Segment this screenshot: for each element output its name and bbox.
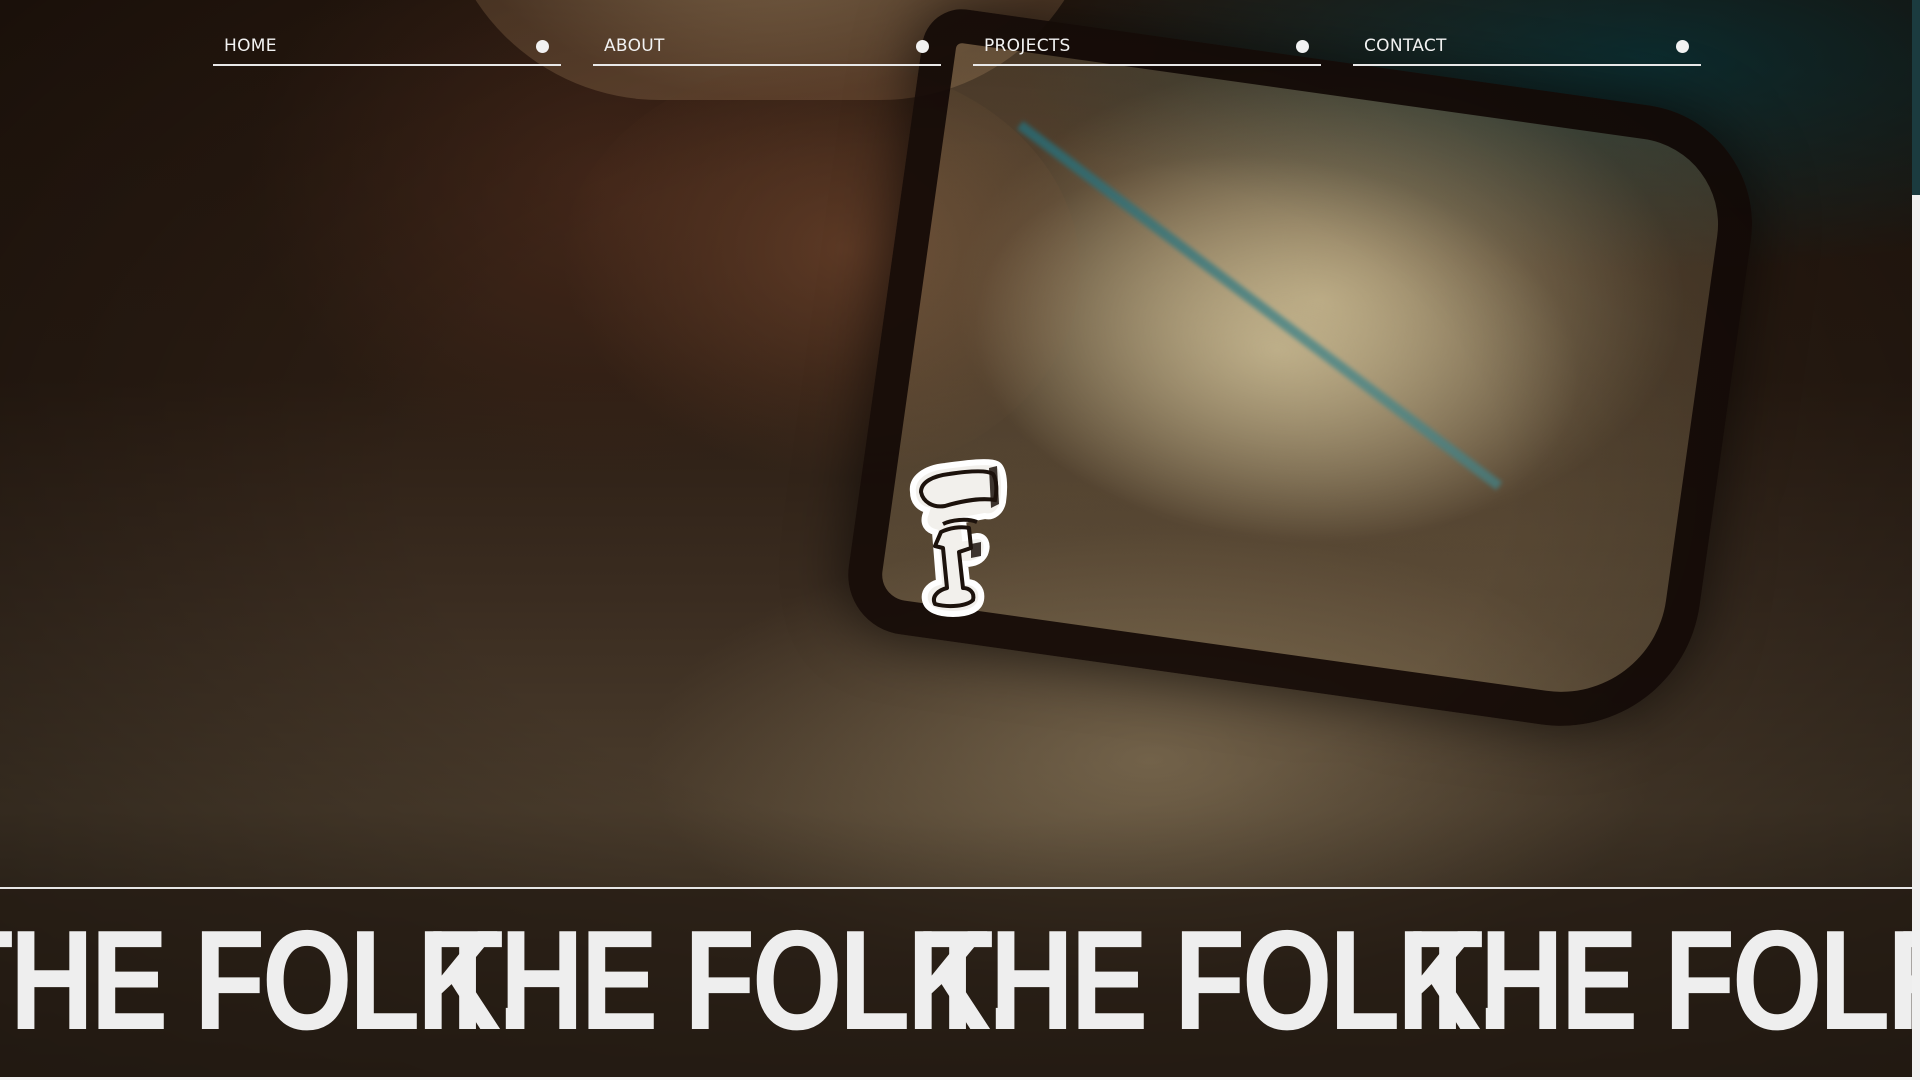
marquee-text: THE FOLK. <box>1902 901 1912 1061</box>
main-navigation: HOME ABOUT PROJECTS CONTACT <box>213 30 1701 66</box>
logo-svg <box>909 459 1008 618</box>
nav-item-projects[interactable]: PROJECTS <box>973 30 1321 66</box>
marquee-band: THE FOLK. THE FOLK. THE FOLK. THE FOLK. … <box>0 889 1912 1077</box>
page: HOME ABOUT PROJECTS CONTACT THE FOLK. TH… <box>0 0 1920 1080</box>
marquee-text: THE FOLK. <box>922 901 1510 1060</box>
folk-f-logo-icon[interactable] <box>905 458 1015 618</box>
nav-item-about[interactable]: ABOUT <box>593 30 941 66</box>
nav-label-projects: PROJECTS <box>984 36 1071 56</box>
page-scrollbar[interactable] <box>1912 0 1920 1080</box>
marquee-track: THE FOLK. THE FOLK. THE FOLK. THE FOLK. … <box>0 901 1912 1061</box>
marquee-text: THE FOLK. <box>1412 901 1912 1060</box>
nav-dot-icon <box>536 40 549 53</box>
nav-item-contact[interactable]: CONTACT <box>1353 30 1701 66</box>
nav-dot-icon <box>1296 40 1309 53</box>
nav-label-contact: CONTACT <box>1364 36 1447 56</box>
nav-dot-icon <box>1676 40 1689 53</box>
marquee-text: THE FOLK. <box>432 901 1020 1060</box>
scrollbar-thumb[interactable] <box>1912 0 1920 195</box>
nav-label-home: HOME <box>224 36 277 56</box>
nav-dot-icon <box>916 40 929 53</box>
marquee-text: THE FOLK. <box>0 901 530 1060</box>
nav-item-home[interactable]: HOME <box>213 30 561 66</box>
nav-label-about: ABOUT <box>604 36 665 56</box>
